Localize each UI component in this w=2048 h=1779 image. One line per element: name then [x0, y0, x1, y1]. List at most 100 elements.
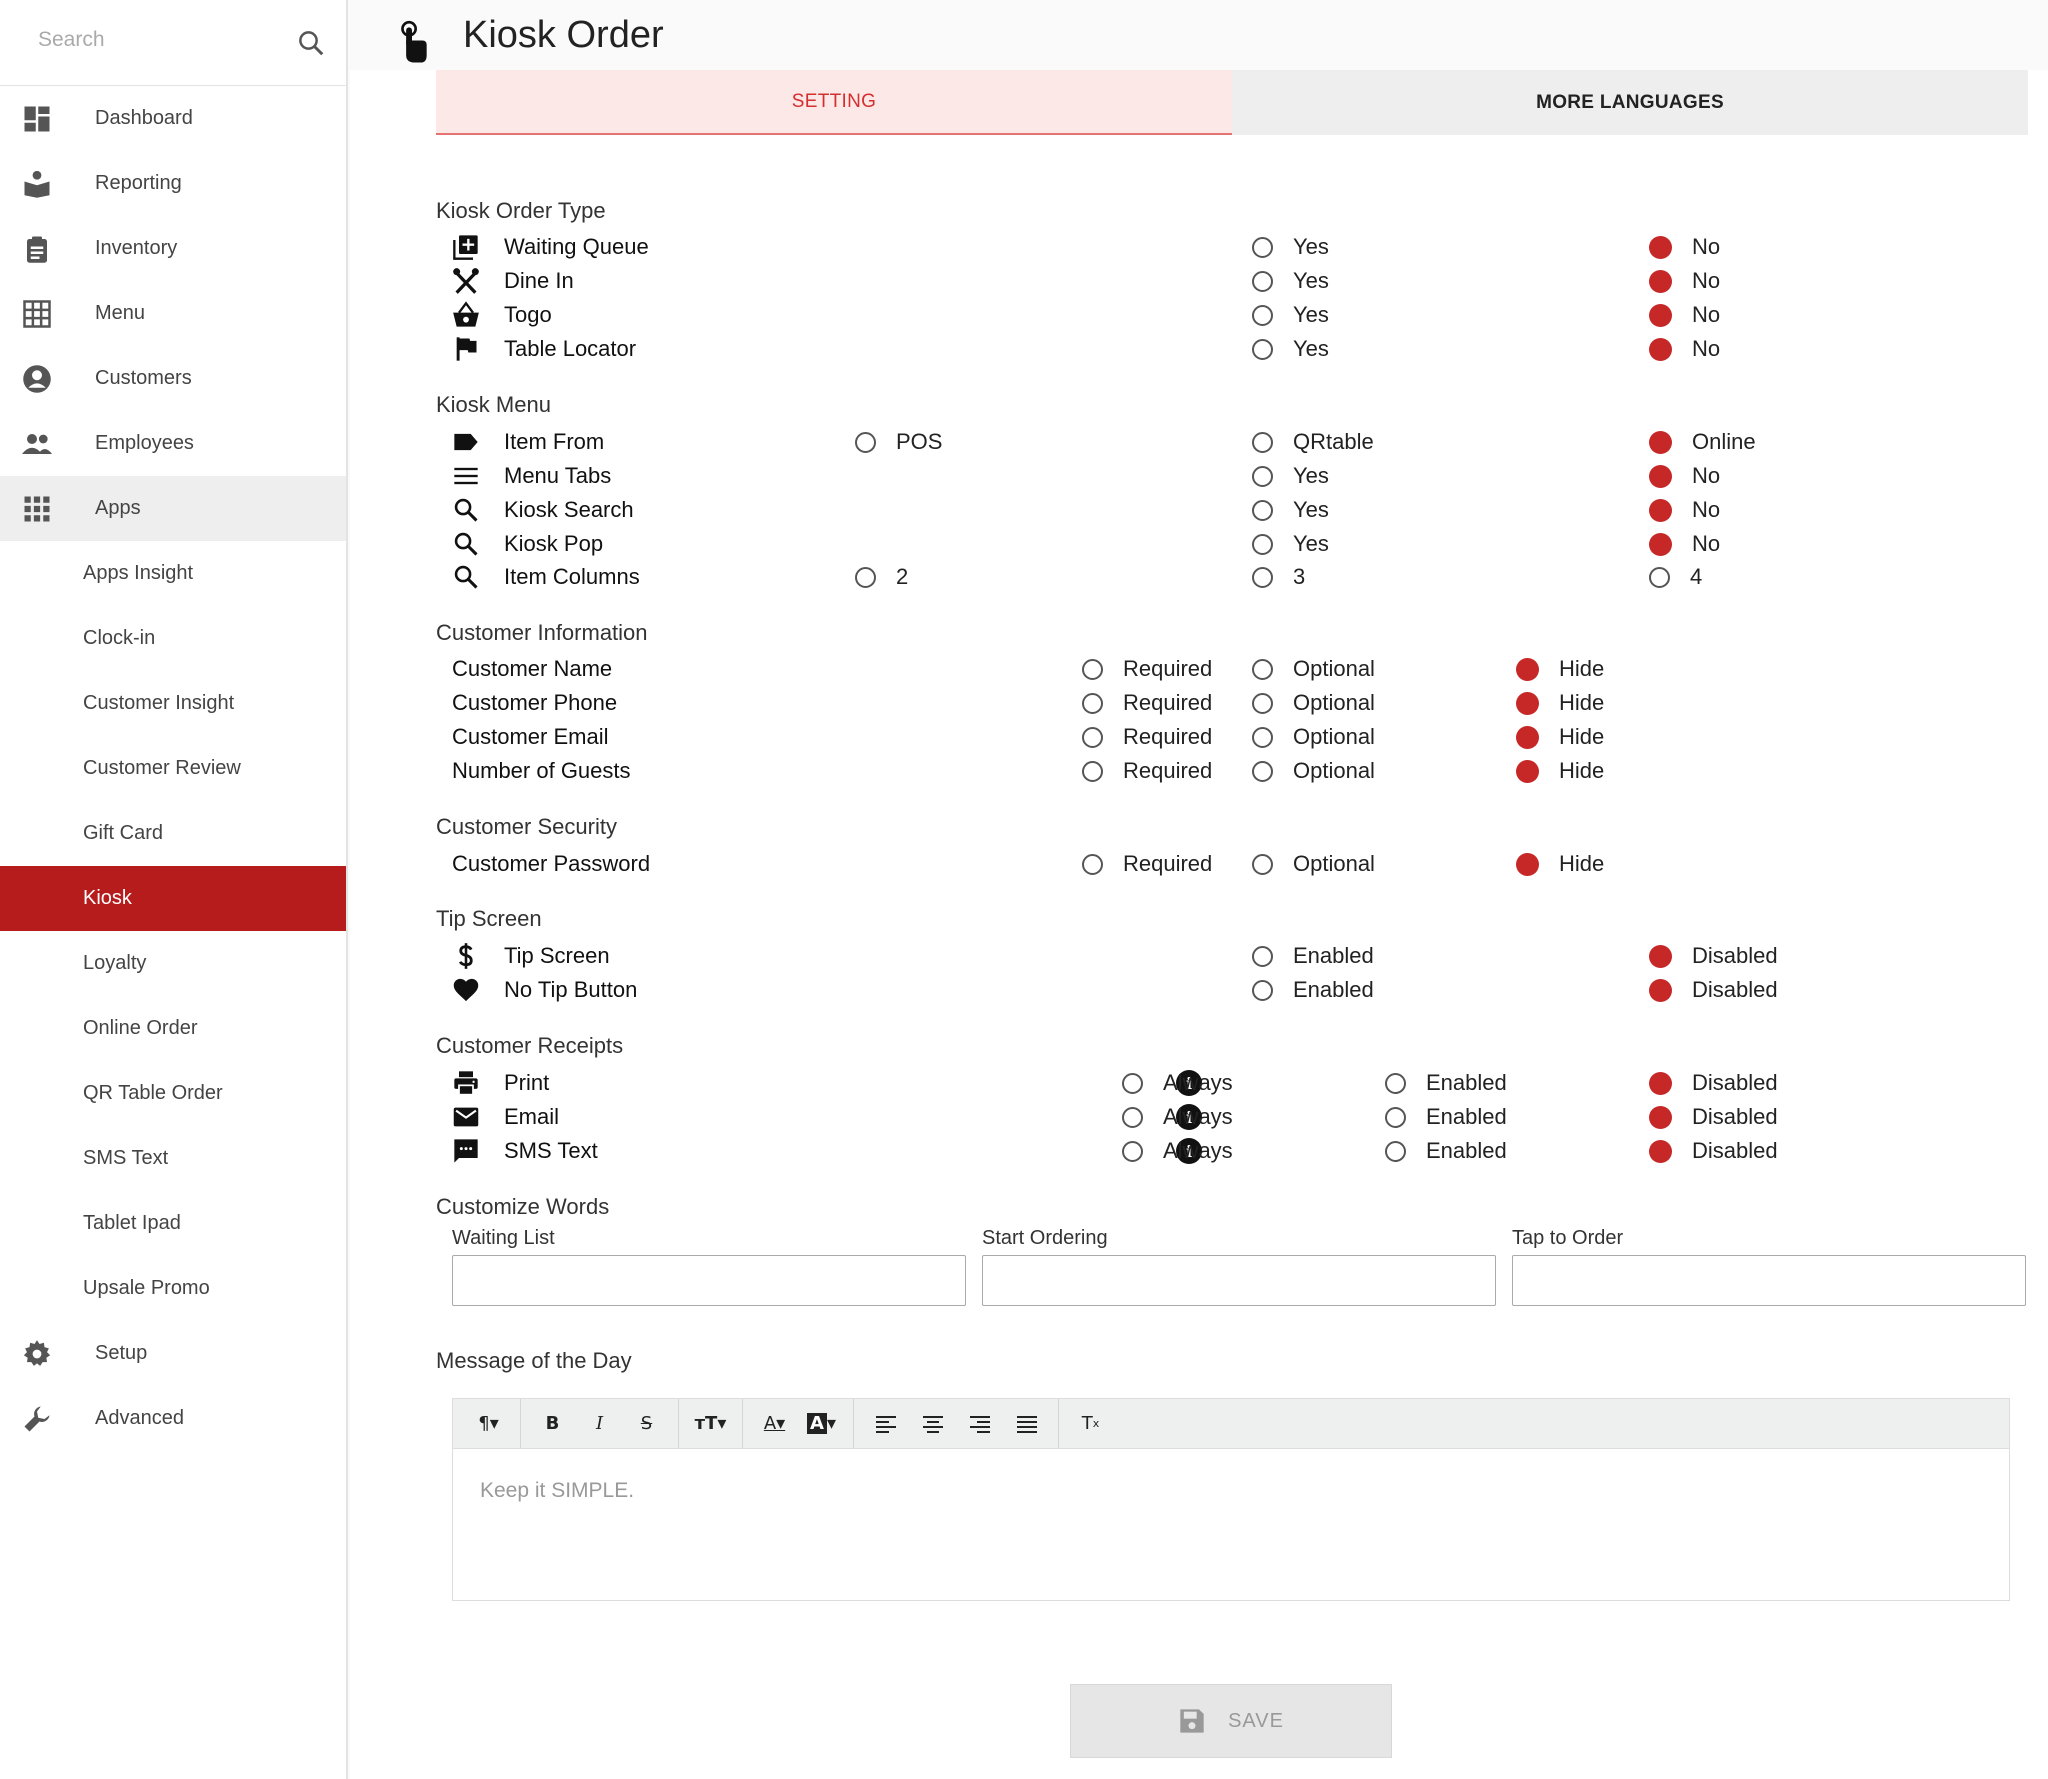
strikethrough-icon[interactable]: S: [623, 1404, 670, 1444]
radio-yes[interactable]: Yes: [1252, 531, 1329, 557]
setting-label: Print: [504, 1070, 550, 1095]
align-center-icon[interactable]: [909, 1404, 956, 1444]
radio-hide[interactable]: Hide: [1516, 724, 1604, 750]
radio-no[interactable]: No: [1649, 268, 1720, 294]
paragraph-icon[interactable]: ¶▾: [465, 1404, 512, 1444]
sidebar-item-loyalty[interactable]: Loyalty: [0, 931, 346, 996]
tab-setting[interactable]: SETTING: [436, 70, 1232, 135]
radio-no[interactable]: No: [1649, 463, 1720, 489]
waiting-list-input[interactable]: [452, 1255, 966, 1306]
radio-qrtable[interactable]: QRtable: [1252, 429, 1374, 455]
radio-optional[interactable]: Optional: [1252, 758, 1375, 784]
radio-enabled[interactable]: Enabled: [1252, 977, 1374, 1003]
radio-required[interactable]: Required: [1082, 758, 1212, 784]
tab-more-languages[interactable]: MORE LANGUAGES: [1232, 70, 2028, 135]
italic-icon[interactable]: I: [576, 1404, 623, 1444]
radio-yes[interactable]: Yes: [1252, 463, 1329, 489]
radio-online[interactable]: Online: [1649, 429, 1756, 455]
radio-hide[interactable]: Hide: [1516, 851, 1604, 877]
setting-row-menu-tabs: Menu Tabs Yes No: [436, 459, 2028, 493]
radio-enabled[interactable]: Enabled: [1385, 1070, 1507, 1096]
radio-3[interactable]: 3: [1252, 564, 1305, 590]
radio-yes[interactable]: Yes: [1252, 497, 1329, 523]
sidebar-item-tablet-ipad[interactable]: Tablet Ipad: [0, 1191, 346, 1256]
radio-yes[interactable]: Yes: [1252, 302, 1329, 328]
radio-optional[interactable]: Optional: [1252, 724, 1375, 750]
sidebar-item-customer-insight[interactable]: Customer Insight: [0, 671, 346, 736]
sidebar-item-menu[interactable]: Menu: [0, 281, 346, 346]
radio-always[interactable]: Always: [1122, 1138, 1233, 1164]
sidebar-item-online-order[interactable]: Online Order: [0, 996, 346, 1061]
rich-text-editor: ¶▾ B I S тT▾ A▾ A ▾ T x Keep it SIMPLE.: [452, 1398, 2010, 1601]
field-label-waiting-list: Waiting List: [452, 1227, 555, 1249]
sidebar-item-reporting[interactable]: Reporting: [0, 151, 346, 216]
radio-no[interactable]: No: [1649, 234, 1720, 260]
sidebar-item-label: Inventory: [95, 237, 178, 259]
radio-disabled[interactable]: Disabled: [1649, 977, 1778, 1003]
radio-disabled[interactable]: Disabled: [1649, 1104, 1778, 1130]
sidebar-item-upsale-promo[interactable]: Upsale Promo: [0, 1256, 346, 1321]
radio-no[interactable]: No: [1649, 336, 1720, 362]
radio-no[interactable]: No: [1649, 497, 1720, 523]
highlight-color-icon[interactable]: A ▾: [798, 1404, 845, 1444]
align-left-icon[interactable]: [862, 1404, 909, 1444]
radio-hide[interactable]: Hide: [1516, 690, 1604, 716]
radio-yes[interactable]: Yes: [1252, 234, 1329, 260]
align-justify-icon[interactable]: [1003, 1404, 1050, 1444]
search-icon: [454, 532, 478, 556]
editor-body[interactable]: Keep it SIMPLE.: [453, 1449, 2009, 1533]
radio-always[interactable]: Always: [1122, 1104, 1233, 1130]
sidebar-item-kiosk[interactable]: Kiosk: [0, 866, 346, 931]
radio-required[interactable]: Required: [1082, 656, 1212, 682]
radio-2[interactable]: 2: [855, 564, 908, 590]
radio-yes[interactable]: Yes: [1252, 268, 1329, 294]
section-title-menu: Kiosk Menu: [436, 392, 551, 417]
clear-format-icon[interactable]: Tx: [1067, 1404, 1114, 1444]
radio-optional[interactable]: Optional: [1252, 851, 1375, 877]
font-size-icon[interactable]: тT▾: [687, 1404, 734, 1444]
sidebar-item-gift-card[interactable]: Gift Card: [0, 801, 346, 866]
sidebar-item-employees[interactable]: Employees: [0, 411, 346, 476]
sidebar-item-dashboard[interactable]: Dashboard: [0, 86, 346, 151]
radio-disabled[interactable]: Disabled: [1649, 943, 1778, 969]
radio-required[interactable]: Required: [1082, 724, 1212, 750]
basket-icon: [453, 301, 479, 327]
font-color-icon[interactable]: A▾: [751, 1404, 798, 1444]
radio-hide[interactable]: Hide: [1516, 758, 1604, 784]
radio-4[interactable]: 4: [1649, 564, 1702, 590]
radio-pos[interactable]: POS: [855, 429, 942, 455]
radio-disabled[interactable]: Disabled: [1649, 1070, 1778, 1096]
search-icon[interactable]: [296, 28, 326, 58]
radio-optional[interactable]: Optional: [1252, 656, 1375, 682]
save-button[interactable]: SAVE: [1070, 1684, 1392, 1758]
search-input[interactable]: [38, 28, 278, 52]
setting-label: No Tip Button: [504, 977, 638, 1002]
bold-icon[interactable]: B: [529, 1404, 576, 1444]
sidebar-item-clock-in[interactable]: Clock-in: [0, 606, 346, 671]
sidebar-item-apps-insight[interactable]: Apps Insight: [0, 541, 346, 606]
sidebar-item-setup[interactable]: Setup: [0, 1321, 346, 1386]
radio-required[interactable]: Required: [1082, 690, 1212, 716]
radio-enabled[interactable]: Enabled: [1385, 1104, 1507, 1130]
radio-yes[interactable]: Yes: [1252, 336, 1329, 362]
radio-always[interactable]: Always: [1122, 1070, 1233, 1096]
radio-no[interactable]: No: [1649, 531, 1720, 557]
sidebar-item-customer-review[interactable]: Customer Review: [0, 736, 346, 801]
sidebar-item-apps[interactable]: Apps: [0, 476, 346, 541]
sidebar-item-sms-text[interactable]: SMS Text: [0, 1126, 346, 1191]
radio-hide[interactable]: Hide: [1516, 656, 1604, 682]
sidebar-item-customers[interactable]: Customers: [0, 346, 346, 411]
radio-no[interactable]: No: [1649, 302, 1720, 328]
align-right-icon[interactable]: [956, 1404, 1003, 1444]
radio-optional[interactable]: Optional: [1252, 690, 1375, 716]
sidebar-item-qr-table-order[interactable]: QR Table Order: [0, 1061, 346, 1126]
radio-disabled[interactable]: Disabled: [1649, 1138, 1778, 1164]
radio-required[interactable]: Required: [1082, 851, 1212, 877]
sidebar-item-inventory[interactable]: Inventory: [0, 216, 346, 281]
radio-enabled[interactable]: Enabled: [1385, 1138, 1507, 1164]
radio-enabled[interactable]: Enabled: [1252, 943, 1374, 969]
start-ordering-input[interactable]: [982, 1255, 1496, 1306]
tap-to-order-input[interactable]: [1512, 1255, 2026, 1306]
sidebar-item-advanced[interactable]: Advanced: [0, 1386, 346, 1451]
setting-label: SMS Text: [504, 1138, 598, 1163]
